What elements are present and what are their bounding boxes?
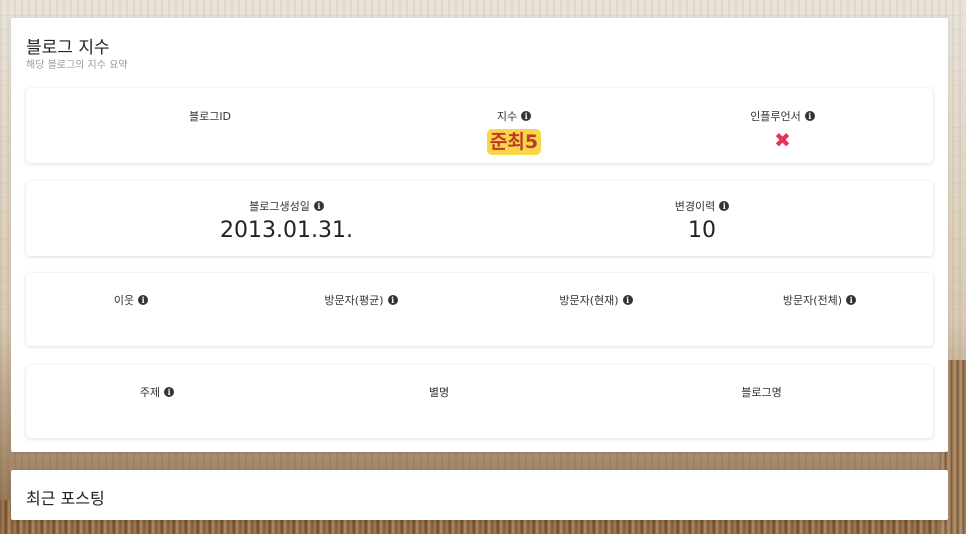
neighbors-label-text: 이웃	[113, 294, 135, 307]
info-circle-icon[interactable]: i	[387, 295, 398, 305]
recent-posting-panel: 최근 포스팅	[11, 470, 948, 520]
index-label-text: 지수	[496, 110, 518, 123]
blog-id-label-text: 블로그ID	[188, 110, 232, 123]
blog-index-panel: 블로그 지수 해당 블로그의 지수 요약 블로그ID 지수 i 준최5 인플루언…	[11, 18, 948, 452]
info-circle-icon[interactable]: i	[521, 111, 532, 121]
created-label: 블로그생성일 i	[249, 198, 324, 214]
changes-value: 10	[688, 218, 716, 243]
summary-card-2: 블로그생성일 i 2013.01.31. 변경이력 i 10	[26, 181, 933, 256]
x-mark-icon: ✖	[774, 128, 791, 152]
changes-col: 변경이력 i 10	[471, 181, 933, 270]
recent-posting-title: 최근 포스팅	[26, 489, 105, 508]
index-badge: 준최5	[486, 129, 542, 155]
alias-label: 별명	[429, 384, 449, 400]
created-value: 2013.01.31.	[220, 218, 353, 243]
visitors-now-col: 방문자(현재) i	[481, 273, 711, 362]
panel-subtitle: 해당 블로그의 지수 요약	[26, 60, 128, 71]
created-label-text: 블로그생성일	[249, 200, 310, 213]
influencer-label-text: 인플루언서	[750, 110, 801, 123]
info-circle-icon[interactable]: i	[846, 295, 857, 305]
visitors-total-col: 방문자(전체) i	[706, 273, 933, 362]
visitors-avg-label-text: 방문자(평균)	[324, 294, 384, 307]
visitors-now-label-text: 방문자(현재)	[559, 294, 619, 307]
blog-name-label: 블로그명	[741, 384, 781, 400]
influencer-label: 인플루언서 i	[750, 108, 815, 124]
topic-label-text: 주제	[139, 386, 161, 399]
info-circle-icon[interactable]: i	[138, 295, 149, 305]
info-circle-icon[interactable]: i	[804, 111, 815, 121]
influencer-col: 인플루언서 i ✖	[641, 88, 924, 180]
blog-id-label: 블로그ID	[189, 108, 231, 124]
alias-label-text: 별명	[428, 386, 450, 399]
visitors-total-label: 방문자(전체) i	[782, 292, 857, 308]
visitors-now-label: 방문자(현재) i	[559, 292, 633, 308]
changes-label-text: 변경이력	[674, 200, 716, 213]
info-circle-icon[interactable]: i	[719, 201, 730, 211]
info-circle-icon[interactable]: i	[622, 295, 633, 305]
blog-name-col: 블로그명	[590, 365, 933, 454]
changes-label: 변경이력 i	[674, 198, 730, 214]
summary-card-4: 주제 i 별명 블로그명	[26, 365, 933, 438]
visitors-avg-label: 방문자(평균) i	[324, 292, 398, 308]
neighbors-col: 이웃 i	[26, 273, 236, 362]
visitors-avg-col: 방문자(평균) i	[251, 273, 471, 362]
created-col: 블로그생성일 i 2013.01.31.	[26, 181, 547, 270]
topic-col: 주제 i	[26, 365, 288, 454]
blog-name-label-text: 블로그명	[741, 386, 782, 399]
index-label: 지수 i	[496, 108, 532, 124]
summary-card-1: 블로그ID 지수 i 준최5 인플루언서 i ✖	[26, 88, 933, 163]
topic-label: 주제 i	[139, 384, 175, 400]
summary-card-3: 이웃 i 방문자(평균) i 방문자(현재) i 방문자(전체) i	[26, 273, 933, 346]
info-circle-icon[interactable]: i	[164, 387, 175, 397]
visitors-total-label-text: 방문자(전체)	[782, 294, 843, 307]
alias-col: 별명	[288, 365, 590, 454]
panel-title: 블로그 지수	[26, 38, 110, 58]
info-circle-icon[interactable]: i	[313, 201, 324, 211]
neighbors-label: 이웃 i	[113, 292, 149, 308]
